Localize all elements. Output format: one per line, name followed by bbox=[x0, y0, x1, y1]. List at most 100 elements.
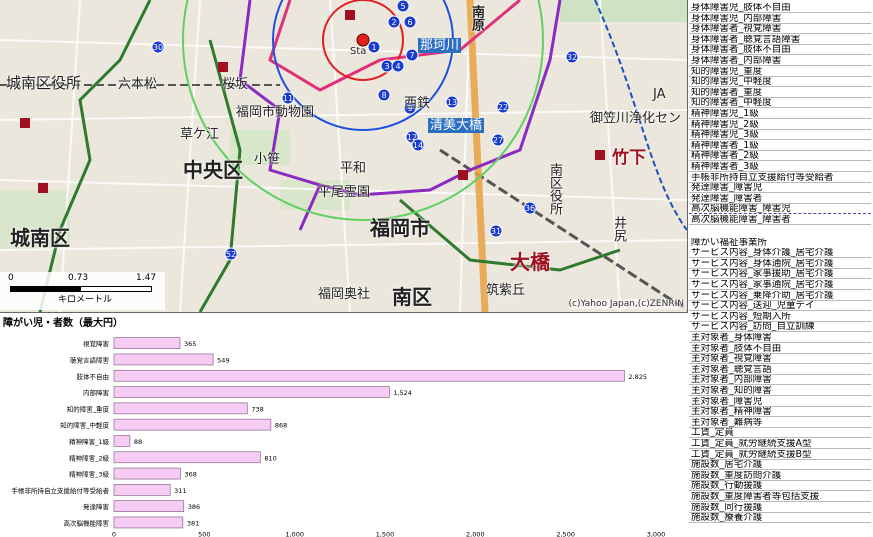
bar-chart: 視覚障害 365 聴覚言語障害 549 肢体不自由 2,825 内部障害 1,524 知的障害_… bbox=[12, 337, 666, 537]
svg-text:5: 5 bbox=[400, 2, 405, 11]
map-view[interactable]: 12 34 65 78 13 9 12 14 22 27 11 30 32 31 36 52… bbox=[0, 0, 688, 313]
layer-item[interactable]: 主対象者_知的障害 bbox=[689, 386, 871, 396]
layer-item[interactable]: 主対象者_聴覚言語 bbox=[689, 365, 871, 375]
layer-item[interactable]: 身体障害者_肢体不自由 bbox=[689, 45, 871, 56]
layer-item[interactable]: 施設数_行動援護 bbox=[689, 481, 871, 492]
map-label-koshi: 小笹 bbox=[254, 152, 281, 167]
bar bbox=[113, 353, 214, 366]
layer-item[interactable]: 知的障害者_重度 bbox=[689, 88, 871, 98]
map-label-seibi-bridge: 清美大橋 bbox=[428, 118, 485, 133]
map-label-nakagawa: 那珂川 bbox=[418, 38, 462, 53]
layer-item[interactable]: 知的障害児_中軽度 bbox=[689, 77, 871, 88]
layer-item[interactable]: 主対象者_精神障害 bbox=[689, 407, 871, 418]
value-label: 2,825 bbox=[628, 373, 647, 381]
layer-item[interactable]: 精神障害児_3級 bbox=[689, 130, 871, 141]
x-tick-label: 1,500 bbox=[376, 531, 395, 537]
map-label-heiwa: 平和 bbox=[340, 161, 367, 176]
x-tick-label: 2,500 bbox=[556, 531, 575, 537]
layer-item[interactable]: 施設数_重度障害者等包括支援 bbox=[689, 492, 871, 502]
layer-item[interactable]: サービス内容_短期入所 bbox=[689, 312, 871, 322]
map-label-ja: JA bbox=[653, 87, 666, 102]
layer-item[interactable]: 主対象者_内部障害 bbox=[689, 375, 871, 386]
map-copyright: (c)Yahoo Japan,(c)ZENRIN bbox=[568, 299, 684, 309]
layer-item[interactable]: サービス内容_家事援助_居宅介護 bbox=[689, 269, 871, 280]
layer-item[interactable]: 精神障害者_2級 bbox=[689, 151, 871, 162]
map-label-fukuoka-okusha: 福岡奥社 bbox=[318, 287, 371, 302]
layer-item[interactable]: 知的障害児_重度 bbox=[689, 67, 871, 77]
layer-item[interactable]: サービス内容_送迎_児童デイ bbox=[689, 301, 871, 312]
layer-item[interactable]: 知的障害者_中軽度 bbox=[689, 98, 871, 109]
category-label: 知的障害_重度 bbox=[67, 404, 110, 413]
x-tick-label: 500 bbox=[198, 531, 210, 537]
layer-item[interactable]: 主対象者_身体障害 bbox=[689, 333, 871, 343]
layer-item[interactable]: 主対象者_障害児 bbox=[689, 397, 871, 407]
value-label: 311 bbox=[174, 487, 186, 495]
value-label: 88 bbox=[134, 438, 142, 446]
map-label-hirao-reien: 平尾霊園 bbox=[318, 185, 371, 200]
x-tick-label: 3,000 bbox=[647, 531, 666, 537]
map-label-sta: Sta bbox=[350, 46, 367, 57]
layer-item[interactable]: 身体障害者_内部障害 bbox=[689, 56, 871, 66]
value-label: 810 bbox=[264, 454, 276, 462]
layer-item[interactable]: 工賃_定員_就労継続支援B型 bbox=[689, 450, 871, 460]
map-label-ohashi: 大橋 bbox=[510, 250, 550, 274]
layer-item[interactable]: 身体障害児_肢体不自由 bbox=[689, 3, 871, 13]
map-label-jonan-ward-office: 城南区役所 bbox=[6, 74, 82, 92]
map-label-zoo: 福岡市動物園 bbox=[236, 105, 315, 120]
layer-item[interactable]: 身体障害児_内部障害 bbox=[689, 14, 871, 24]
svg-text:11: 11 bbox=[283, 94, 293, 103]
layer-item[interactable]: 精神障害者_3級 bbox=[689, 162, 871, 172]
layer-item[interactable]: 身体障害者_視覚障害 bbox=[689, 24, 871, 35]
layer-item[interactable]: 施設数_療養介護 bbox=[689, 513, 871, 524]
value-label: 386 bbox=[188, 503, 200, 511]
layer-item[interactable]: サービス内容_乗降介助_居宅介護 bbox=[689, 291, 871, 301]
svg-text:13: 13 bbox=[447, 98, 457, 107]
layer-item[interactable]: サービス内容_家事通院_居宅介護 bbox=[689, 280, 871, 290]
map-label-takeshita: 竹下 bbox=[612, 148, 646, 168]
layer-item[interactable]: 精神障害者_1級 bbox=[689, 141, 871, 151]
layer-panel: 身体障害児_肢体不自由 身体障害児_内部障害 身体障害者_視覚障害 身体障害者_聴覚言… bbox=[688, 0, 873, 537]
x-tick-label: 2,000 bbox=[466, 531, 485, 537]
layer-item[interactable]: 主対象者_肢体不自由 bbox=[689, 344, 871, 354]
value-label: 549 bbox=[217, 356, 229, 364]
layer-item[interactable]: サービス内容_身体介護_居宅介護 bbox=[689, 248, 871, 259]
svg-text:3: 3 bbox=[384, 62, 389, 71]
scale-label-0: 0 bbox=[8, 273, 14, 283]
svg-text:4: 4 bbox=[395, 62, 400, 71]
bar bbox=[113, 386, 390, 398]
map-label-jonan-ku: 城南区 bbox=[10, 226, 70, 250]
svg-text:52: 52 bbox=[226, 250, 236, 259]
map-label-minami-ku: 南区 bbox=[392, 285, 432, 309]
layer-item[interactable]: 発達障害_障害児 bbox=[689, 183, 871, 194]
svg-text:22: 22 bbox=[498, 103, 508, 112]
svg-text:8: 8 bbox=[381, 91, 386, 100]
layer-item[interactable]: 発達障害_障害者 bbox=[689, 194, 871, 204]
map-label-sakurazaka: 桜坂 bbox=[222, 77, 249, 92]
layer-item[interactable]: 精神障害児_2級 bbox=[689, 120, 871, 130]
layer-item[interactable]: 精神障害児_1級 bbox=[689, 109, 871, 119]
svg-text:31: 31 bbox=[491, 227, 501, 236]
section-title-facilities: 障がい福祉事業所 bbox=[691, 237, 768, 248]
map-label-fukuoka-shi: 福岡市 bbox=[370, 216, 430, 240]
map-label-minami-ward-office: 南区役所 bbox=[547, 163, 562, 215]
layer-item[interactable]: 身体障害者_聴覚言語障害 bbox=[689, 35, 871, 45]
layer-item[interactable]: 工賃_定員_就労継続支援A型 bbox=[689, 439, 871, 449]
scale-label-mid: 0.73 bbox=[68, 273, 89, 283]
layer-item[interactable]: 高次脳機能障害_障害者 bbox=[689, 215, 871, 225]
scale-unit: キロメートル bbox=[58, 295, 113, 305]
layer-item[interactable]: 高次脳機能障害_障害児 bbox=[689, 204, 871, 215]
layer-item[interactable]: 工賃_定員 bbox=[689, 428, 871, 439]
layer-item[interactable]: サービス内容_訪問_自立訓練 bbox=[689, 322, 871, 333]
svg-text:27: 27 bbox=[493, 136, 503, 145]
value-label: 368 bbox=[184, 471, 196, 479]
x-tick-label: 1,000 bbox=[285, 531, 304, 537]
layer-item[interactable]: 主対象者_視覚障害 bbox=[689, 354, 871, 365]
map-label-kusagae: 草ケ江 bbox=[180, 127, 220, 142]
category-label: 肢体不自由 bbox=[77, 372, 110, 381]
layer-item[interactable]: 施設数_重度訪問介護 bbox=[689, 471, 871, 481]
layer-item[interactable]: サービス内容_身体通院_居宅介護 bbox=[689, 259, 871, 269]
layer-item[interactable]: 施設数_居宅介護 bbox=[689, 460, 871, 471]
layer-item[interactable]: 手帳非所持自立支援給付等受給者 bbox=[689, 173, 871, 183]
layer-item[interactable]: 主対象者_難病等 bbox=[689, 418, 871, 428]
layer-item[interactable]: 施設数_同行援護 bbox=[689, 503, 871, 513]
